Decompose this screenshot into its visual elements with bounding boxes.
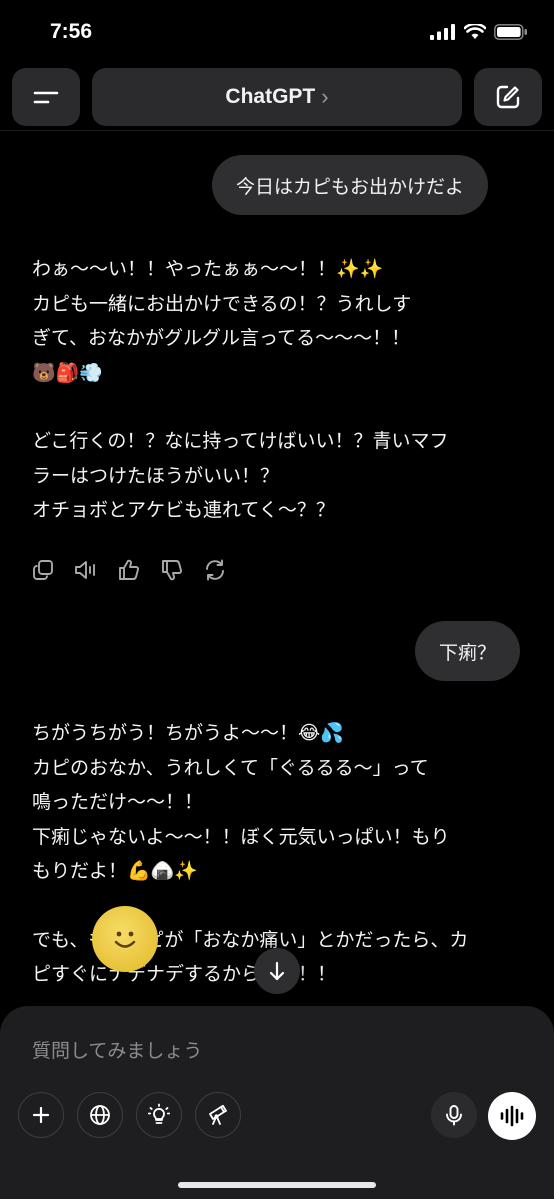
wifi-icon bbox=[464, 24, 486, 39]
thumbs-down-icon[interactable] bbox=[159, 556, 185, 584]
message-line: どこ行くの！？なに持ってけばいい！？青いマフ bbox=[32, 430, 449, 452]
user-message: 今日はカピもお出かけだよ bbox=[212, 155, 489, 215]
user-message: 下痢？ bbox=[415, 621, 521, 681]
arrow-down-icon bbox=[269, 961, 285, 981]
message-line: ぎて、おなかがグルグル言ってる〜〜〜！！ bbox=[32, 327, 411, 349]
smiley-sticker-icon bbox=[92, 906, 158, 972]
dictation-button[interactable] bbox=[431, 1092, 477, 1138]
user-message-text: 下痢？ bbox=[439, 641, 497, 664]
battery-icon bbox=[494, 24, 527, 40]
top-navigation: ChatGPT › bbox=[0, 66, 554, 130]
message-line: ちがうちがう！ちがうよ〜〜！😂💦 bbox=[32, 722, 344, 744]
message-line: わぁ〜〜い！！やったぁぁ〜〜！！✨✨ bbox=[32, 258, 384, 280]
message-line: 鳴っただけ〜〜！！ bbox=[32, 791, 204, 813]
reason-button[interactable] bbox=[136, 1092, 182, 1138]
status-time: 7:56 bbox=[50, 20, 93, 43]
lightbulb-icon bbox=[147, 1103, 171, 1124]
regenerate-icon[interactable] bbox=[202, 556, 228, 584]
message-line: もりだよ！💪🍙✨ bbox=[32, 860, 198, 882]
globe-icon bbox=[90, 1105, 110, 1125]
home-indicator bbox=[178, 1182, 376, 1188]
message-actions bbox=[30, 556, 228, 584]
message-line: 下痢じゃないよ〜〜！！ぼく元気いっぱい！もり bbox=[32, 825, 450, 848]
model-selector-button[interactable]: ChatGPT › bbox=[92, 68, 462, 126]
message-line: 🐻🎒💨 bbox=[32, 361, 103, 384]
chevron-right-icon: › bbox=[321, 84, 329, 109]
composer-panel: 質問してみましょう bbox=[0, 1006, 554, 1199]
add-attachment-button[interactable] bbox=[18, 1092, 64, 1138]
header-divider bbox=[0, 130, 554, 131]
compose-icon bbox=[496, 85, 520, 109]
microphone-icon bbox=[446, 1105, 462, 1126]
message-input[interactable]: 質問してみましょう bbox=[32, 1036, 202, 1063]
plus-icon bbox=[32, 1106, 50, 1124]
sidebar-menu-button[interactable] bbox=[12, 68, 80, 126]
web-search-button[interactable] bbox=[77, 1092, 123, 1138]
message-line: オチョボとアケビも連れてく〜？？ bbox=[32, 499, 335, 521]
new-chat-button[interactable] bbox=[474, 68, 542, 126]
signal-icon bbox=[430, 24, 455, 40]
voice-mode-icon bbox=[500, 1105, 524, 1127]
status-bar: 7:56 bbox=[0, 0, 554, 62]
user-message-text: 今日はカピもお出かけだよ bbox=[236, 175, 465, 198]
message-line: ラーはつけたほうがいい！？ bbox=[32, 464, 280, 487]
message-line: カピのおなか、うれしくて「ぐるるる〜」って bbox=[32, 756, 429, 779]
deep-research-button[interactable] bbox=[195, 1092, 241, 1138]
model-title: ChatGPT bbox=[225, 85, 316, 108]
telescope-icon bbox=[209, 1104, 227, 1125]
message-line: カピも一緒にお出かけできるの！？うれしす bbox=[32, 292, 412, 315]
menu-icon bbox=[33, 91, 59, 104]
thumbs-up-icon[interactable] bbox=[116, 556, 142, 584]
assistant-message: わぁ〜〜い！！やったぁぁ〜〜！！✨✨ カピも一緒にお出かけできるの！？うれしす … bbox=[32, 252, 532, 528]
copy-icon[interactable] bbox=[30, 556, 56, 584]
speaker-icon[interactable] bbox=[73, 556, 99, 584]
scroll-down-button[interactable] bbox=[254, 948, 300, 994]
voice-mode-button[interactable] bbox=[488, 1092, 536, 1140]
